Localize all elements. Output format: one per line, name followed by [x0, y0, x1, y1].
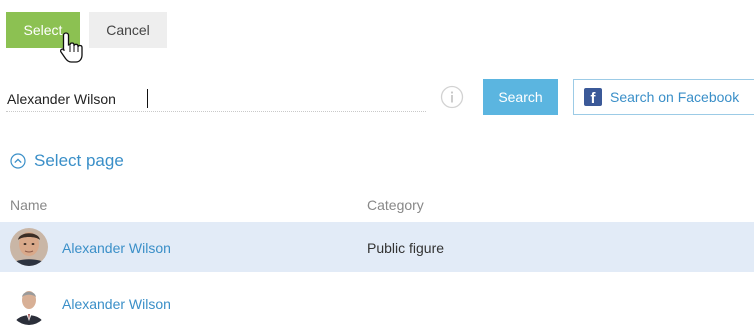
column-header-name[interactable]: Name	[10, 197, 47, 213]
select-page-label: Select page	[34, 151, 124, 170]
avatar	[10, 228, 48, 266]
table-row[interactable]: Alexander Wilson	[0, 283, 754, 325]
avatar	[10, 287, 48, 325]
collapse-chevron-icon	[10, 153, 26, 169]
page-category: Public figure	[367, 240, 445, 256]
search-input[interactable]	[6, 86, 426, 112]
info-icon[interactable]	[440, 85, 464, 109]
search-on-facebook-button[interactable]: f Search on Facebook	[573, 79, 754, 115]
page-name-link[interactable]: Alexander Wilson	[62, 296, 171, 312]
pointer-cursor-icon	[59, 32, 83, 63]
facebook-icon: f	[584, 88, 602, 106]
page-name-link[interactable]: Alexander Wilson	[62, 240, 171, 256]
search-button[interactable]: Search	[483, 79, 558, 115]
text-caret	[147, 89, 148, 108]
select-page-toggle[interactable]: Select page	[10, 151, 124, 171]
column-header-category[interactable]: Category	[367, 197, 424, 213]
table-row[interactable]: Alexander Wilson Public figure	[0, 222, 754, 272]
search-on-facebook-label: Search on Facebook	[610, 89, 740, 105]
cancel-button[interactable]: Cancel	[89, 12, 167, 48]
